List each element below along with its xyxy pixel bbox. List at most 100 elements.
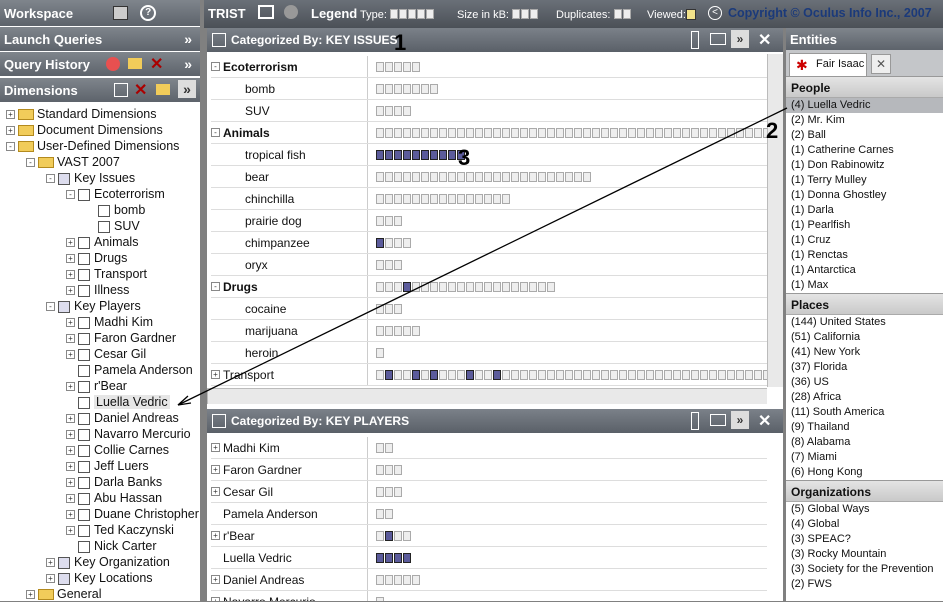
document-icon[interactable] [466,127,474,138]
expand-icon[interactable]: + [211,443,220,452]
folder-icon[interactable] [128,58,142,69]
expand-icon[interactable]: - [66,190,75,200]
grid-row[interactable]: Pamela Anderson [211,503,767,525]
entity-item[interactable]: (4) Luella Vedric [786,98,943,113]
entity-item[interactable]: (144) United States [786,315,943,330]
document-icon[interactable] [394,83,402,94]
document-icon[interactable] [385,303,393,314]
document-icon[interactable] [385,149,393,160]
document-icon[interactable] [700,369,708,380]
document-icon[interactable] [385,486,393,497]
document-icon[interactable] [403,127,411,138]
document-icon[interactable] [376,442,384,453]
document-icon[interactable] [376,508,384,519]
document-icon[interactable] [412,281,420,292]
document-icon[interactable] [385,325,393,336]
document-icon[interactable] [466,369,474,380]
grid-row[interactable]: tropical fish [211,144,767,166]
document-icon[interactable] [394,259,402,270]
document-icon[interactable] [691,369,699,380]
entity-item[interactable]: (1) Darla [786,203,943,218]
document-icon[interactable] [520,171,528,182]
entity-item[interactable]: (8) Alabama [786,435,943,450]
folder-icon[interactable] [156,84,170,95]
document-icon[interactable] [385,530,393,541]
document-icon[interactable] [376,215,384,226]
document-icon[interactable] [403,193,411,204]
expand-icon[interactable]: + [211,465,220,474]
document-icon[interactable] [421,83,429,94]
document-icon[interactable] [394,325,402,336]
document-icon[interactable] [574,127,582,138]
grid-row[interactable]: chinchilla [211,188,767,210]
document-icon[interactable] [385,574,393,585]
document-icon[interactable] [628,127,636,138]
document-icon[interactable] [412,149,420,160]
entity-item[interactable]: (1) Max [786,278,943,293]
gear-icon[interactable] [284,5,298,19]
document-icon[interactable] [682,369,690,380]
document-icon[interactable] [394,105,402,116]
document-icon[interactable] [511,369,519,380]
entity-item[interactable]: (5) Global Ways [786,502,943,517]
document-icon[interactable] [556,369,564,380]
document-icon[interactable] [394,552,402,563]
document-icon[interactable] [457,369,465,380]
document-icon[interactable] [565,369,573,380]
document-icon[interactable] [520,369,528,380]
document-icon[interactable] [376,83,384,94]
document-icon[interactable] [466,281,474,292]
document-icon[interactable] [547,281,555,292]
document-icon[interactable] [718,369,726,380]
document-icon[interactable] [412,193,420,204]
document-icon[interactable] [385,83,393,94]
document-icon[interactable] [547,127,555,138]
document-icon[interactable] [403,105,411,116]
tree-item[interactable]: + Madhi Kim [0,314,200,330]
horizontal-scrollbar[interactable] [207,388,767,404]
entity-item[interactable]: (6) Hong Kong [786,465,943,480]
tree-item[interactable]: + Darla Banks [0,474,200,490]
grid-row[interactable]: + Madhi Kim [211,437,767,459]
document-icon[interactable] [430,281,438,292]
document-icon[interactable] [493,281,501,292]
tree-item[interactable]: + r'Bear [0,378,200,394]
document-icon[interactable] [376,105,384,116]
tree-item[interactable]: Pamela Anderson [0,362,200,378]
entity-item[interactable]: (3) Society for the Prevention [786,562,943,577]
document-icon[interactable] [403,61,411,72]
expand-icon[interactable]: + [66,494,75,504]
document-icon[interactable] [709,127,717,138]
tree-item[interactable]: bomb [0,202,200,218]
document-icon[interactable] [421,127,429,138]
entity-item[interactable]: (4) Global [786,517,943,532]
document-icon[interactable] [484,369,492,380]
document-icon[interactable] [484,193,492,204]
entity-item[interactable]: (1) Don Rabinowitz [786,158,943,173]
hierarchy-icon[interactable] [114,83,128,97]
tree-item[interactable]: Nick Carter [0,538,200,554]
document-icon[interactable] [403,530,411,541]
document-icon[interactable] [511,171,519,182]
document-icon[interactable] [529,281,537,292]
document-icon[interactable] [439,281,447,292]
document-icon[interactable] [394,215,402,226]
document-icon[interactable] [394,464,402,475]
entity-item[interactable]: (1) Antarctica [786,263,943,278]
entity-item[interactable]: (9) Thailand [786,420,943,435]
document-icon[interactable] [718,127,726,138]
document-icon[interactable] [502,171,510,182]
document-icon[interactable] [376,325,384,336]
document-icon[interactable] [745,127,753,138]
document-icon[interactable] [403,237,411,248]
document-icon[interactable] [394,193,402,204]
document-icon[interactable] [403,281,411,292]
tree-item[interactable]: + Jeff Luers [0,458,200,474]
document-icon[interactable] [574,369,582,380]
document-icon[interactable] [709,369,717,380]
document-icon[interactable] [511,281,519,292]
tree-item[interactable]: + Key Organization [0,554,200,570]
document-icon[interactable] [439,193,447,204]
document-icon[interactable] [754,369,762,380]
delete-icon[interactable] [106,57,120,71]
